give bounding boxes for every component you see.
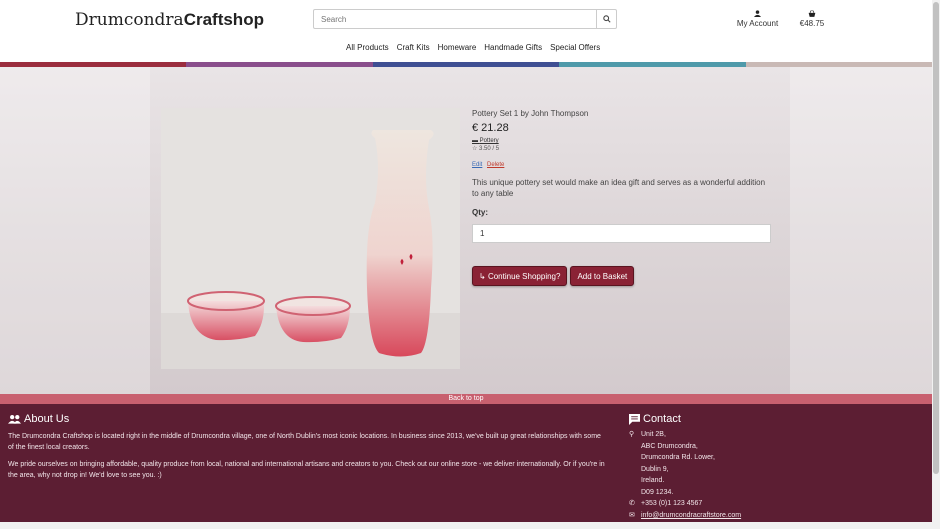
email-link[interactable]: info@drumcondracraftstore.com [641,510,741,522]
about-heading: About Us [8,413,608,425]
about-title: About Us [24,413,70,425]
site-logo[interactable]: DrumcondraCraftshop [75,10,264,30]
address-icon: ⚲ [629,431,635,438]
product-actions: ↳ Continue Shopping? Add to Basket [472,266,782,286]
star-icon: ☆ [472,146,480,152]
category-label: Pottery [479,138,499,144]
add-to-basket-button[interactable]: Add to Basket [570,266,635,286]
quantity-input[interactable] [472,224,771,243]
background-building [790,67,932,394]
product-category-link[interactable]: ▬ Pottery [472,138,782,144]
product-price: € 21.28 [472,122,509,134]
nav-item-all-products[interactable]: All Products [346,43,389,52]
search-bar [313,9,617,29]
product-title: Pottery Set 1 by John Thompson [472,109,589,118]
basket-total: €48.75 [799,19,825,28]
contact-phone: ✆ +353 (0)1 123 4567 [629,498,889,510]
address-line-1-text: Unit 2B, [641,431,666,438]
background-building [0,67,150,394]
scrollbar-thumb[interactable] [933,2,939,474]
address-line-4-text: Dublin 9, [641,465,669,473]
address-line-1: ⚲ Unit 2B, [629,429,889,441]
address-line-5-text: Ireland. [641,477,665,484]
product-description: This unique pottery set would make an id… [472,178,766,198]
user-icon [754,10,761,17]
admin-links: Edit Delete [472,162,782,168]
address-line-3-text: Drumcondra Rd. Lower, [641,454,715,461]
address-line-3: Drumcondra Rd. Lower, [629,452,889,464]
contact-email: ✉ info@drumcondracraftstore.com [629,510,889,522]
nav-item-handmade-gifts[interactable]: Handmade Gifts [484,43,542,52]
my-account-link[interactable]: My Account [735,10,780,28]
contact-address: ⚲ Unit 2B, ABC Drumcondra, Drumcondra Rd.… [629,429,889,498]
horizontal-scrollbar[interactable] [0,522,932,529]
contact-title: Contact [643,413,681,425]
users-icon [8,415,21,424]
address-line-5: Ireland. [629,475,889,487]
product-details: Pottery Set 1 by John Thompson € 21.28 ▬… [472,108,782,286]
site-footer: About Us The Drumcondra Craftshop is loc… [0,404,932,529]
about-paragraph-1: The Drumcondra Craftshop is located righ… [8,433,601,451]
envelope-icon: ✉ [629,511,635,519]
basket-link[interactable]: €48.75 [795,10,829,28]
basket-icon [808,10,816,17]
contact-heading: Contact [629,413,889,425]
continue-shopping-button[interactable]: ↳ Continue Shopping? [472,266,568,286]
contact-section: Contact ⚲ Unit 2B, ABC Drumcondra, Drumco… [629,413,889,521]
about-paragraph-2: We pride ourselves on bringing affordabl… [8,461,605,479]
continue-shopping-label: Continue Shopping? [487,271,561,281]
vertical-scrollbar[interactable] [932,0,940,529]
search-button[interactable] [596,10,616,28]
search-icon [602,15,611,23]
main-nav: All Products Craft Kits Homeware Handmad… [346,43,600,52]
category-icon: ▬ [472,138,480,144]
delete-link[interactable]: Delete [487,162,504,168]
my-account-label: My Account [736,19,779,28]
message-icon [629,413,640,425]
back-to-top-link[interactable]: Back to top [0,394,932,404]
qty-label: Qty: [472,208,488,217]
product-section: Pottery Set 1 by John Thompson € 21.28 ▬… [0,67,932,394]
about-section: About Us The Drumcondra Craftshop is loc… [8,413,608,481]
search-input[interactable] [314,10,596,28]
site-header: DrumcondraCraftshop My Account €48.75 Al… [0,0,932,62]
product-image [161,108,460,369]
rating-value: 3.50 / 5 [479,146,500,152]
phone-icon: ✆ [629,500,635,507]
nav-item-special-offers[interactable]: Special Offers [550,43,600,52]
nav-item-craft-kits[interactable]: Craft Kits [397,43,430,52]
address-line-6: D09 1234. [629,487,889,499]
return-arrow-icon: ↳ [479,271,488,281]
address-line-4: Dublin 9, [629,464,889,476]
nav-item-homeware[interactable]: Homeware [438,43,477,52]
edit-link[interactable]: Edit [472,162,482,168]
address-line-2: ABC Drumcondra, [629,441,889,453]
product-rating: ☆ 3.50 / 5 [472,145,782,152]
address-line-2-text: ABC Drumcondra, [641,442,698,450]
address-line-6-text: D09 1234. [641,488,674,496]
phone-link[interactable]: +353 (0)1 123 4567 [641,498,702,510]
